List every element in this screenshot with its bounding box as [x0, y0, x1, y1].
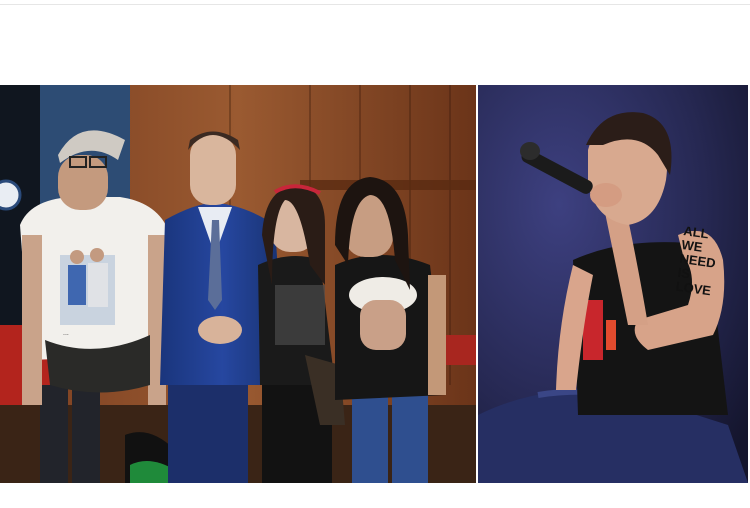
concert-singer-photo: ALL WE NEED IS LOVE — [478, 85, 748, 483]
image-frame: ... ALL WE NEED IS LOVE — [0, 0, 750, 508]
top-divider — [0, 4, 750, 5]
group-portrait-photo: ... — [0, 85, 476, 483]
concert-singer-image: ALL WE NEED IS LOVE — [478, 85, 748, 483]
group-portrait-image: ... — [0, 85, 476, 483]
shirt-print-text: ... — [63, 330, 69, 337]
